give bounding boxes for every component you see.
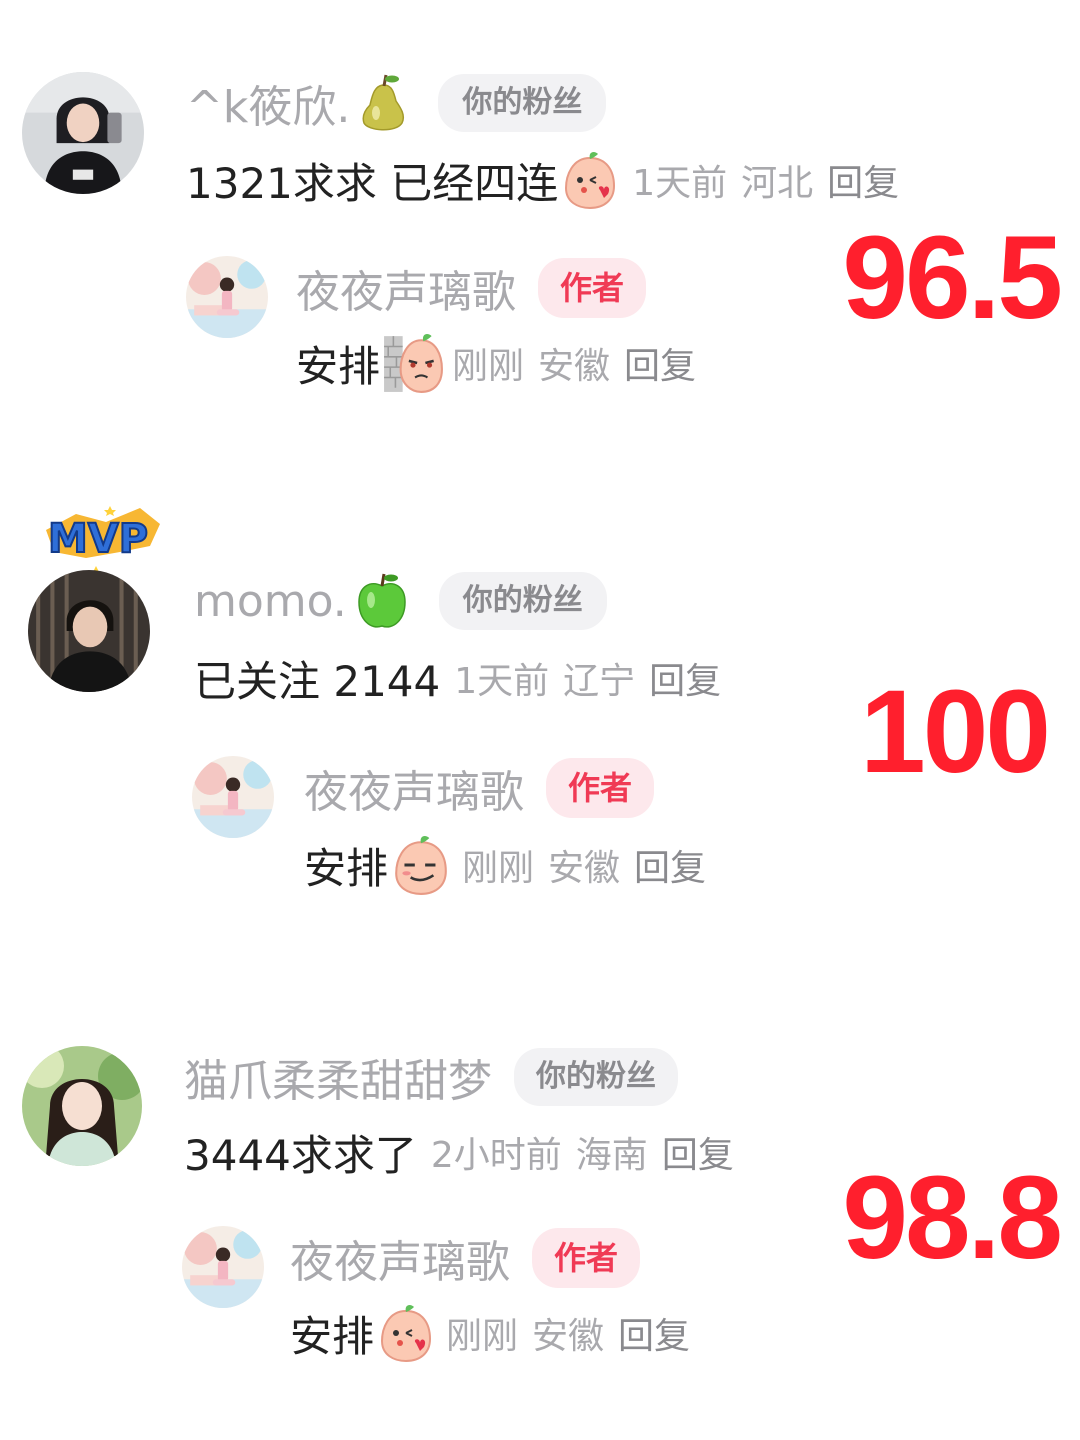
author-avatar[interactable] <box>192 756 274 838</box>
author-avatar[interactable] <box>182 1226 264 1308</box>
comment-text: 3444求求了 <box>184 1130 417 1180</box>
reply-location: 安徽 <box>538 346 611 387</box>
reply-time: 刚刚 <box>452 346 525 387</box>
pear-icon <box>356 73 410 133</box>
reply-button[interactable]: 回复 <box>634 839 706 891</box>
score-label: 100 <box>860 666 1051 798</box>
commenter-avatar[interactable] <box>22 1046 142 1166</box>
author-badge: 作者 <box>546 758 655 818</box>
comment-location: 辽宁 <box>563 661 636 702</box>
reply-button[interactable]: 回复 <box>827 154 899 206</box>
author-username[interactable]: 夜夜声璃歌 <box>296 256 516 320</box>
author-username[interactable]: 夜夜声璃歌 <box>304 756 524 820</box>
comment-time: 2小时前 <box>430 1135 562 1176</box>
comment-location: 河北 <box>741 163 814 204</box>
peach-kiss-emoji <box>560 150 620 210</box>
peach-smirk-emoji <box>390 834 452 896</box>
comment-location: 海南 <box>575 1135 648 1176</box>
mvp-text: MVP <box>48 516 148 562</box>
mvp-badge: MVP <box>36 500 166 580</box>
fan-badge: 你的粉丝 <box>514 1048 678 1106</box>
comment-text: 已关注 2144 <box>194 656 441 706</box>
reply-location: 安徽 <box>532 1316 605 1357</box>
fan-badge: 你的粉丝 <box>438 74 607 132</box>
reply-text: 安排 <box>290 1311 375 1361</box>
fan-badge: 你的粉丝 <box>438 572 607 630</box>
commenter-avatar[interactable] <box>22 72 144 194</box>
peach-kiss-emoji <box>376 1303 436 1363</box>
reply-time: 刚刚 <box>446 1316 519 1357</box>
commenter-username[interactable]: ^k筱欣. <box>186 71 350 135</box>
reply-time: 刚刚 <box>462 848 535 889</box>
score-label: 96.5 <box>842 212 1063 344</box>
peek-wall-emoji <box>382 332 444 394</box>
reply-text: 安排 <box>296 341 381 391</box>
reply-button[interactable]: 回复 <box>624 337 696 389</box>
commenter-username[interactable]: 猫爪柔柔甜甜梦 <box>184 1045 492 1109</box>
commenter-avatar[interactable] <box>28 570 150 692</box>
comment-time: 1天前 <box>632 163 728 204</box>
comment-time: 1天前 <box>454 661 550 702</box>
reply-button[interactable]: 回复 <box>649 652 721 704</box>
reply-location: 安徽 <box>548 848 621 889</box>
green-apple-icon <box>353 570 411 632</box>
reply-button[interactable]: 回复 <box>662 1126 734 1178</box>
commenter-username[interactable]: momo. <box>194 576 347 627</box>
score-label: 98.8 <box>842 1152 1063 1284</box>
reply-text: 安排 <box>304 843 389 893</box>
author-badge: 作者 <box>532 1228 641 1288</box>
comment-text: 1321求求 已经四连 <box>186 158 559 208</box>
author-avatar[interactable] <box>186 256 268 338</box>
author-username[interactable]: 夜夜声璃歌 <box>290 1226 510 1290</box>
reply-button[interactable]: 回复 <box>618 1307 690 1359</box>
author-badge: 作者 <box>538 258 647 318</box>
